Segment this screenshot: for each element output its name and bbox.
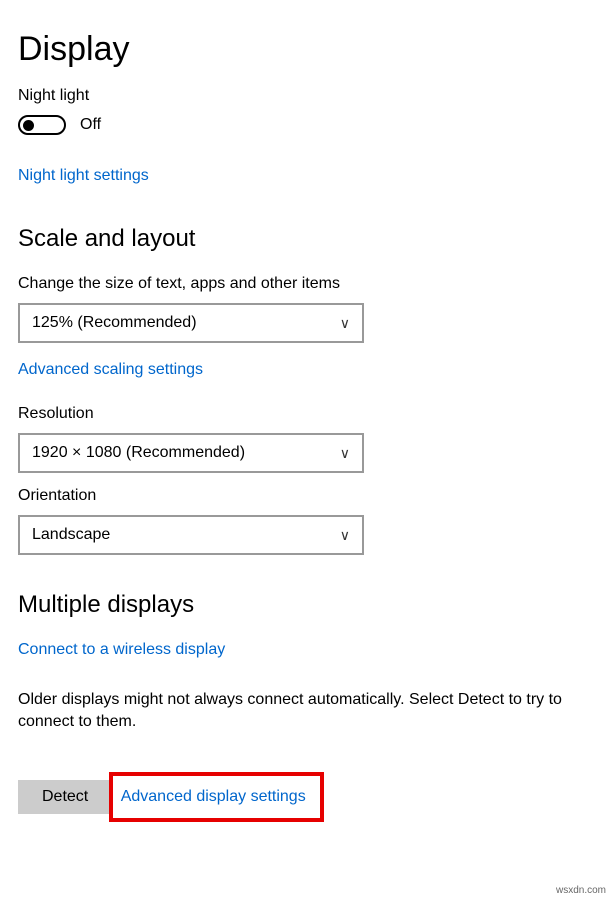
watermark: wsxdn.com (556, 885, 606, 896)
detect-info-text: Older displays might not always connect … (18, 689, 578, 732)
connect-wireless-link[interactable]: Connect to a wireless display (18, 641, 225, 659)
orientation-value: Landscape (32, 526, 110, 544)
orientation-dropdown[interactable]: Landscape ∨ (18, 515, 364, 555)
night-light-toggle-row: Off (18, 115, 594, 135)
text-size-label: Change the size of text, apps and other … (18, 275, 594, 293)
night-light-label: Night light (18, 87, 594, 105)
page-title: Display (18, 30, 594, 69)
multiple-displays-heading: Multiple displays (18, 591, 594, 619)
resolution-label: Resolution (18, 405, 594, 423)
orientation-label: Orientation (18, 487, 594, 505)
night-light-state: Off (80, 116, 101, 134)
advanced-display-settings-link[interactable]: Advanced display settings (121, 788, 306, 806)
text-size-dropdown[interactable]: 125% (Recommended) ∨ (18, 303, 364, 343)
chevron-down-icon: ∨ (340, 445, 350, 462)
scale-layout-heading: Scale and layout (18, 225, 594, 253)
text-size-value: 125% (Recommended) (32, 314, 197, 332)
resolution-dropdown[interactable]: 1920 × 1080 (Recommended) ∨ (18, 433, 364, 473)
advanced-scaling-link[interactable]: Advanced scaling settings (18, 361, 203, 379)
highlight-box: Advanced display settings (109, 772, 324, 822)
night-light-settings-link[interactable]: Night light settings (18, 167, 149, 185)
detect-button[interactable]: Detect (18, 780, 112, 814)
chevron-down-icon: ∨ (340, 527, 350, 544)
resolution-value: 1920 × 1080 (Recommended) (32, 444, 245, 462)
chevron-down-icon: ∨ (340, 315, 350, 332)
night-light-toggle[interactable] (18, 115, 66, 135)
